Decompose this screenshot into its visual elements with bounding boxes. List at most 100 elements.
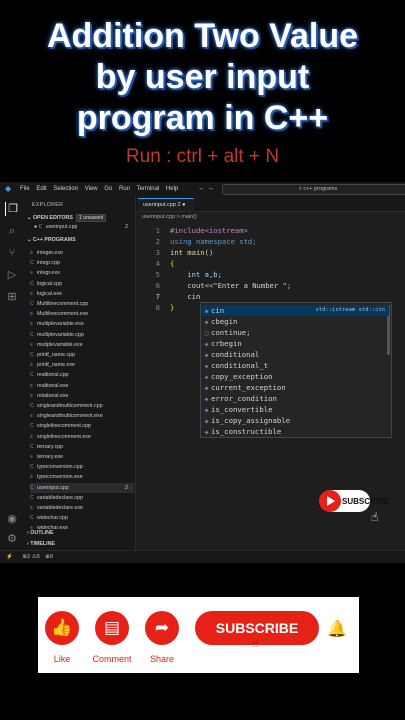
file-item[interactable]: Cvariabledeclare.cpp: [30, 493, 134, 503]
autocomplete-item[interactable]: ◈ cbegin: [202, 316, 389, 327]
menu-selection[interactable]: Selection: [53, 186, 78, 192]
file-name: printf_name.cpp: [37, 352, 75, 358]
account-icon[interactable]: ◉: [5, 512, 19, 526]
file-item[interactable]: ≡ relational.exe: [30, 391, 134, 401]
run-debug-icon[interactable]: ▷: [5, 268, 19, 282]
autocomplete-item[interactable]: ◈ conditional_t: [202, 360, 389, 371]
autocomplete-item[interactable]: ◈ error_condition: [202, 393, 389, 404]
autocomplete-item[interactable]: ⬚ continue;: [202, 327, 389, 338]
menu-file[interactable]: File: [20, 186, 30, 192]
hand-cursor-icon: ☝: [371, 510, 379, 524]
line-number: 5: [155, 270, 160, 279]
file-item[interactable]: Cprintf_name.cpp: [30, 350, 134, 360]
command-search[interactable]: ⌕ c++ programs: [222, 184, 405, 195]
ports-indicator[interactable]: ⊕0: [45, 554, 53, 560]
extensions-icon[interactable]: ⊞: [5, 290, 19, 304]
subscribe-sticker-label: SUBSCRIBE: [342, 497, 390, 506]
tab-bar: userinput.cpp 2 ●: [136, 196, 405, 212]
file-item[interactable]: Crealtional.cpp: [30, 370, 134, 380]
autocomplete-label: continue;: [211, 328, 251, 337]
menu-help[interactable]: Help: [166, 186, 178, 192]
code-line[interactable]: using namespace std;: [170, 237, 257, 246]
menu-run[interactable]: Run: [119, 186, 130, 192]
file-name: widechar.cpp: [37, 515, 68, 522]
problems-indicator[interactable]: ⊗2 ⚠0: [22, 554, 39, 560]
file-item[interactable]: Cternary.cpp: [30, 442, 134, 452]
code-line-current[interactable]: cin: [170, 292, 200, 301]
code-line[interactable]: cout<<"Enter a Number ";: [170, 281, 291, 290]
breadcrumb[interactable]: userinput.cpp > main(): [142, 214, 197, 220]
menu-view[interactable]: View: [85, 186, 98, 192]
autocomplete-item[interactable]: ◈ is_copy_assignable: [202, 415, 389, 426]
file-item[interactable]: ≡ realtional.exe: [30, 381, 134, 391]
share-icon[interactable]: ➦: [145, 611, 179, 645]
menu-go[interactable]: Go: [104, 186, 112, 192]
file-item[interactable]: Csingleandmulticomment.cpp: [30, 401, 134, 411]
file-item[interactable]: Cwidechar.cpp: [30, 513, 134, 523]
file-item[interactable]: ≡ mutiplevariable.exe: [30, 340, 134, 350]
file-item[interactable]: ≡ ternary.exe: [30, 452, 134, 462]
file-item[interactable]: ≡ integer.exe: [30, 248, 134, 258]
source-control-icon[interactable]: ⑂: [5, 246, 19, 260]
file-item[interactable]: Cmultiplevariable.cpp: [30, 330, 134, 340]
file-item[interactable]: ≡ singleandmulticomment.exe: [30, 411, 134, 421]
file-name: Multilinecomment.exe: [37, 311, 89, 318]
autocomplete-popup: ◈ cin std::istream std::cin ◈ cbegin ⬚ continu…: [200, 302, 392, 438]
file-item[interactable]: ≡ Multilinecomment.exe: [30, 309, 134, 319]
file-name: mutiplevariable.exe: [37, 341, 83, 348]
exe-file-icon: ≡: [30, 290, 33, 297]
comment-icon[interactable]: ▤: [95, 611, 129, 645]
code-line[interactable]: int main(): [170, 248, 213, 257]
menu-edit[interactable]: Edit: [36, 186, 46, 192]
file-item[interactable]: Cuserinput.cpp 2: [30, 482, 134, 493]
line-number: 4: [155, 259, 160, 268]
search-sidebar-icon[interactable]: ⌕: [5, 224, 19, 238]
autocomplete-item[interactable]: ◈ copy_exception: [202, 371, 389, 382]
close-icon[interactable]: ●: [182, 202, 185, 208]
like-icon[interactable]: 👍: [45, 611, 79, 645]
file-item[interactable]: ≡ integr.exe: [30, 268, 134, 278]
bell-icon[interactable]: 🔔: [327, 619, 347, 638]
tab-userinput[interactable]: userinput.cpp 2 ●: [138, 198, 194, 211]
code-line[interactable]: {: [170, 259, 174, 268]
file-item[interactable]: Cintegr.cpp: [30, 258, 134, 268]
autocomplete-item[interactable]: ◈ cin std::istream std::cin: [202, 305, 389, 316]
code-line[interactable]: int a,b;: [170, 270, 222, 279]
exe-file-icon: ≡: [30, 382, 33, 389]
cpp-file-icon: C: [30, 260, 34, 267]
nav-arrows-icon[interactable]: ← →: [198, 182, 214, 196]
file-name: printf_name.exe: [37, 362, 75, 369]
code-line[interactable]: }: [170, 303, 174, 312]
file-item[interactable]: ≡ printf_name.exe: [30, 360, 134, 370]
outline-section[interactable]: › OUTLINE: [27, 530, 54, 536]
open-editors-section[interactable]: ⌄ OPEN EDITORS 1 unsaved: [27, 214, 107, 222]
file-item[interactable]: Csinglelinecomment.cpp: [30, 421, 134, 431]
remote-icon[interactable]: ⚡: [6, 554, 13, 560]
file-item[interactable]: ≡ variabledeclare.exe: [30, 503, 134, 513]
autocomplete-item[interactable]: ◈ conditional: [202, 349, 389, 360]
file-item[interactable]: ≡ singlelinecomment.exe: [30, 432, 134, 442]
code-line[interactable]: #include<iostream>: [170, 226, 248, 235]
menu-bar: File Edit Selection View Go Run Terminal…: [20, 182, 183, 196]
file-item[interactable]: Clogical.cpp: [30, 279, 134, 289]
autocomplete-item[interactable]: ◈ crbegin: [202, 338, 389, 349]
autocomplete-item[interactable]: ◈ is_convertible: [202, 404, 389, 415]
file-item[interactable]: C Multilinecomment.cpp: [30, 299, 134, 309]
exe-file-icon: ≡: [30, 362, 33, 369]
autocomplete-label: is_constructible: [211, 427, 282, 436]
file-item[interactable]: ≡ multiplevariable.exe: [30, 319, 134, 329]
file-item[interactable]: Ctypeconversion.cpp: [30, 462, 134, 472]
unsaved-badge: 1 unsaved: [75, 214, 107, 222]
autocomplete-item[interactable]: ◈ is_constructible: [202, 426, 389, 437]
autocomplete-item[interactable]: ◈ current_exception: [202, 382, 389, 393]
folder-section[interactable]: ⌄ C++ PROGRAMS: [27, 237, 76, 243]
cpp-file-icon: C: [30, 403, 34, 409]
timeline-section[interactable]: › TIMELINE: [27, 541, 55, 547]
file-item[interactable]: ≡ typeconversion.exe: [30, 472, 134, 482]
explorer-icon[interactable]: ❐: [5, 202, 20, 216]
file-item[interactable]: ≡ logical.exe: [30, 289, 134, 299]
file-name: multiplevariable.cpp: [37, 331, 84, 338]
open-editor-item[interactable]: ● Cuserinput.cpp 2: [34, 222, 134, 232]
menu-terminal[interactable]: Terminal: [137, 186, 160, 192]
gear-icon[interactable]: ⚙: [5, 532, 19, 546]
